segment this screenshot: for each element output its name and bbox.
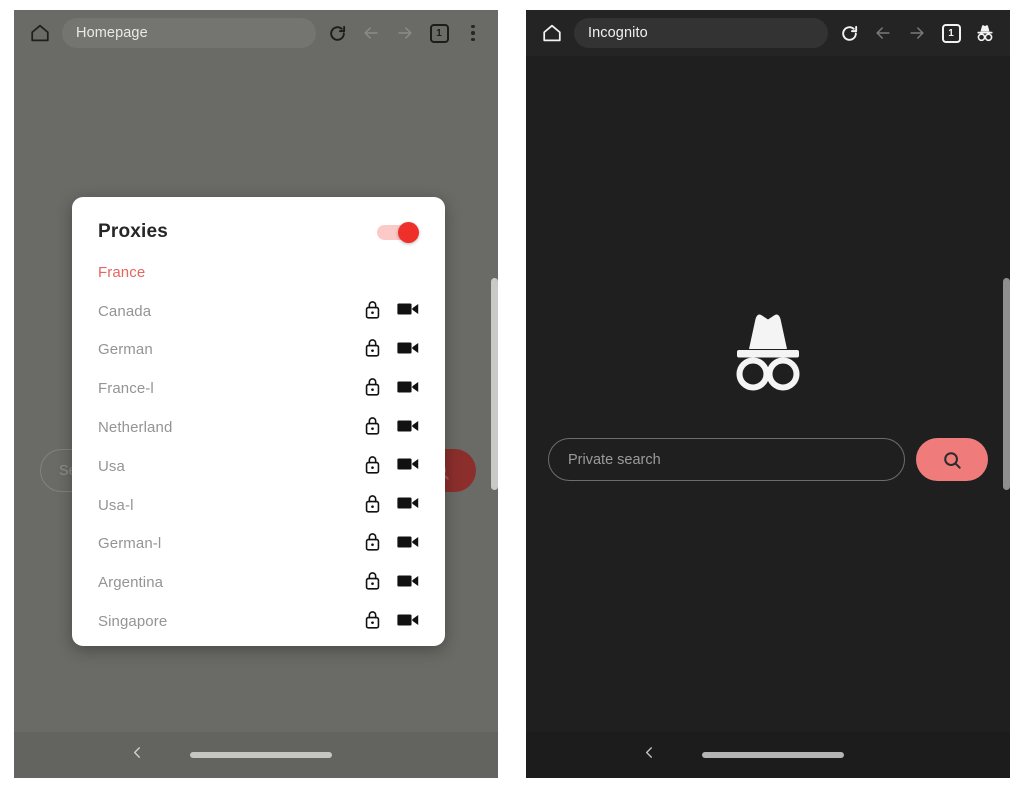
kebab-dots <box>471 24 475 42</box>
reload-icon[interactable] <box>834 18 864 48</box>
proxy-row[interactable]: German <box>98 331 419 370</box>
video-camera-icon[interactable] <box>397 534 419 554</box>
right-browser-toolbar: Incognito 1 <box>526 10 1010 56</box>
kebab-menu-icon[interactable] <box>458 18 488 48</box>
video-camera-icon[interactable] <box>397 612 419 632</box>
page-scrollbar[interactable] <box>1003 278 1010 490</box>
proxies-dialog-title: Proxies <box>98 221 169 242</box>
arrow-back-icon[interactable] <box>868 18 898 48</box>
arrow-forward-icon[interactable] <box>390 18 420 48</box>
left-system-navbar <box>14 732 498 778</box>
proxy-row[interactable]: German-l <box>98 525 419 564</box>
proxy-row-icons <box>363 376 419 401</box>
lock-icon[interactable] <box>363 493 382 518</box>
video-camera-icon[interactable] <box>397 573 419 593</box>
home-indicator[interactable] <box>702 752 844 758</box>
incognito-glyph <box>977 25 993 42</box>
proxies-dialog-header: Proxies <box>72 197 445 253</box>
home-icon[interactable] <box>24 17 56 49</box>
proxy-row-icons <box>363 454 419 479</box>
proxies-list: France Canada German France-l Netherland Usa U… <box>72 253 445 646</box>
chevron-back-icon[interactable] <box>129 744 146 766</box>
tab-count-badge: 1 <box>429 23 449 43</box>
proxy-name: France-l <box>98 380 154 398</box>
proxy-row[interactable]: France <box>98 253 419 292</box>
lock-icon[interactable] <box>363 454 382 479</box>
proxy-name: Usa <box>98 457 125 475</box>
url-text: Incognito <box>588 25 648 41</box>
reload-icon[interactable] <box>322 18 352 48</box>
proxy-name: Canada <box>98 302 152 320</box>
toggle-thumb <box>398 222 419 243</box>
url-bar[interactable]: Homepage <box>62 18 316 48</box>
video-camera-icon[interactable] <box>397 340 419 360</box>
left-phone-panel: Homepage 1 Proxies France Canada German … <box>0 0 512 788</box>
screenshot-root: Homepage 1 Proxies France Canada German … <box>0 0 1024 788</box>
home-icon[interactable] <box>536 17 568 49</box>
home-indicator[interactable] <box>190 752 332 758</box>
proxies-dialog: Proxies France Canada German France-l Nether… <box>72 197 445 646</box>
arrow-back-icon[interactable] <box>356 18 386 48</box>
proxy-row-icons <box>363 337 419 362</box>
proxy-name: France <box>98 263 146 281</box>
proxies-toggle[interactable] <box>377 222 419 243</box>
url-bar[interactable]: Incognito <box>574 18 828 48</box>
private-search-placeholder: Private search <box>568 451 661 468</box>
incognito-icon <box>718 306 818 392</box>
video-camera-icon[interactable] <box>397 379 419 399</box>
proxy-name: Netherland <box>98 419 173 437</box>
lock-icon[interactable] <box>363 609 382 634</box>
proxy-row-icons <box>363 493 419 518</box>
proxy-row-icons <box>363 415 419 440</box>
proxy-name: Usa-l <box>98 496 134 514</box>
video-camera-icon[interactable] <box>397 456 419 476</box>
url-text: Homepage <box>76 25 148 41</box>
chevron-back-icon[interactable] <box>641 744 658 766</box>
left-toolbar-actions: 1 <box>322 18 488 48</box>
lock-icon[interactable] <box>363 570 382 595</box>
proxy-row[interactable]: Argentina <box>98 563 419 602</box>
lock-icon[interactable] <box>363 376 382 401</box>
right-phone-screen: Incognito 1 Private search <box>526 10 1010 778</box>
page-scrollbar[interactable] <box>491 278 498 490</box>
lock-icon[interactable] <box>363 415 382 440</box>
right-content-area: Private search <box>526 56 1010 778</box>
incognito-home: Private search <box>526 56 1010 778</box>
proxy-row-icons <box>363 570 419 595</box>
left-content-area: Sea Proxies <box>14 56 498 778</box>
proxy-name: German <box>98 341 153 359</box>
lock-icon[interactable] <box>363 299 382 324</box>
proxy-row[interactable]: Singapore <box>98 602 419 641</box>
arrow-forward-icon[interactable] <box>902 18 932 48</box>
proxy-row-icons <box>363 531 419 556</box>
right-system-navbar <box>526 732 1010 778</box>
proxy-name: Singapore <box>98 613 168 631</box>
incognito-icon[interactable] <box>970 18 1000 48</box>
proxy-name: Argentina <box>98 574 164 592</box>
proxy-name: German-l <box>98 535 162 553</box>
left-phone-screen: Homepage 1 Proxies France Canada German … <box>14 10 498 778</box>
proxy-row-icons <box>363 299 419 324</box>
right-toolbar-actions: 1 <box>834 18 1000 48</box>
proxy-row[interactable]: Canada <box>98 292 419 331</box>
proxy-row[interactable]: Usa-l <box>98 486 419 525</box>
private-search-button[interactable] <box>916 438 988 481</box>
proxy-row-icons <box>363 609 419 634</box>
proxy-row[interactable]: Netherland <box>98 408 419 447</box>
lock-icon[interactable] <box>363 531 382 556</box>
tab-count-badge: 1 <box>941 23 961 43</box>
private-search-input[interactable]: Private search <box>548 438 905 481</box>
proxy-row[interactable]: France-l <box>98 369 419 408</box>
video-camera-icon[interactable] <box>397 495 419 515</box>
left-browser-toolbar: Homepage 1 <box>14 10 498 56</box>
private-search-row: Private search <box>548 438 988 481</box>
lock-icon[interactable] <box>363 337 382 362</box>
video-camera-icon[interactable] <box>397 418 419 438</box>
proxy-row[interactable]: Usa <box>98 447 419 486</box>
right-phone-panel: Incognito 1 Private search <box>512 0 1024 788</box>
search-icon <box>944 451 961 469</box>
tab-counter-button[interactable]: 1 <box>424 18 454 48</box>
tab-counter-button[interactable]: 1 <box>936 18 966 48</box>
video-camera-icon[interactable] <box>397 301 419 321</box>
